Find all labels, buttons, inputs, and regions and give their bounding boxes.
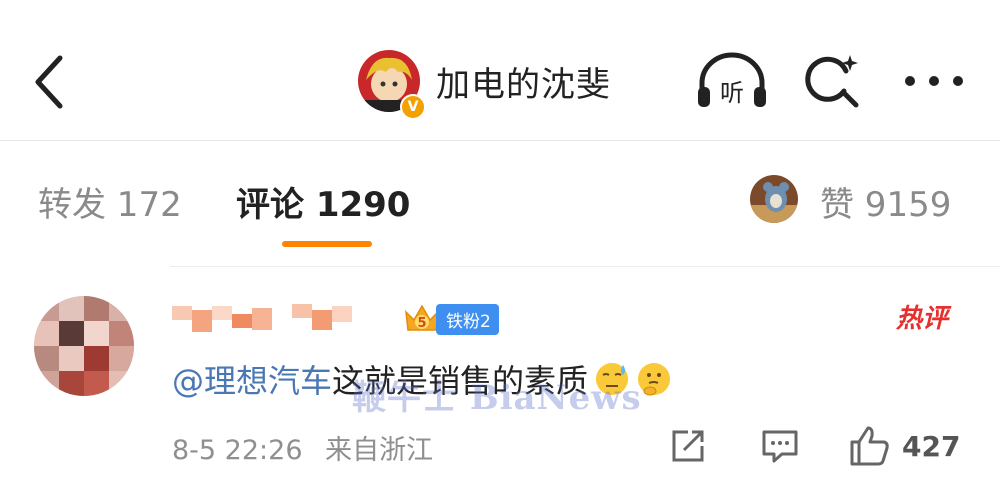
watermark: 鞭牛士 BiaNews: [352, 378, 642, 418]
liker-avatar-image: [750, 175, 798, 223]
mention-link[interactable]: @理想汽车: [172, 356, 332, 402]
tab-like[interactable]: 赞 9159: [820, 177, 951, 226]
back-button[interactable]: [30, 52, 70, 112]
active-tab-indicator: [282, 241, 372, 247]
tab-bar: 转发 172 评论 1290 赞 9159: [0, 141, 1000, 259]
listen-label: 听: [720, 79, 744, 107]
like-count: 427: [902, 429, 961, 463]
commenter-avatar[interactable]: [34, 296, 134, 396]
liker-avatar[interactable]: [750, 175, 798, 223]
headphones-icon: 听: [698, 52, 766, 107]
listen-button[interactable]: 听: [694, 48, 770, 114]
comment-icon: [762, 430, 798, 463]
page-title: 加电的沈斐: [436, 64, 611, 105]
repost-comment-button[interactable]: [668, 424, 708, 468]
fan-badge-level: 5: [417, 316, 426, 331]
pixelated-avatar-image: [34, 296, 134, 396]
like-button[interactable]: 427: [848, 424, 960, 468]
comment-time: 8-5 22:26: [172, 435, 303, 466]
tab-comment[interactable]: 评论 1290: [236, 177, 410, 226]
more-horizontal-icon: [905, 76, 963, 86]
pixelated-username: [172, 304, 352, 332]
top-bar: 加电的沈斐 V 听: [0, 0, 1000, 140]
share-icon: [672, 430, 704, 462]
tab-repost[interactable]: 转发 172: [38, 177, 182, 226]
more-button[interactable]: [902, 48, 966, 114]
comment-divider: [170, 266, 1000, 267]
search-sparkle-icon: [805, 55, 859, 108]
hot-comment-badge: 热评: [896, 304, 949, 334]
verified-badge: V: [400, 94, 426, 120]
chevron-left-icon: [35, 55, 63, 109]
search-button[interactable]: [802, 48, 862, 114]
reply-button[interactable]: [760, 424, 800, 468]
commenter-name-redacted[interactable]: [172, 300, 362, 340]
profile-title[interactable]: 加电的沈斐: [358, 48, 611, 114]
fan-badge: 5 铁粉2: [402, 302, 499, 336]
thumbs-up-icon: [850, 426, 889, 466]
fan-badge-label: 铁粉2: [436, 303, 499, 335]
comment-source: 来自浙江: [325, 435, 434, 466]
comment-meta: 8-5 22:26 来自浙江: [172, 428, 433, 467]
